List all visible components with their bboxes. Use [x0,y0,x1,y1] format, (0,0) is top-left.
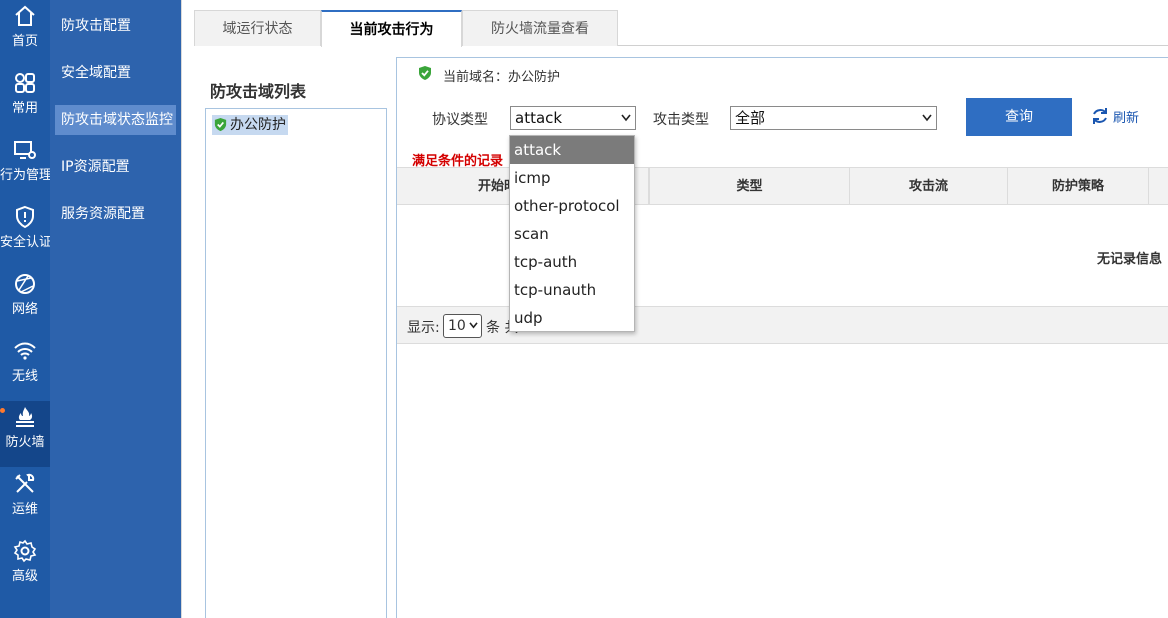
option-udp[interactable]: udp [510,304,634,332]
chevron-down-icon [621,114,631,122]
home-icon [15,5,35,26]
col-type: 类型 [649,168,850,205]
chevron-down-icon [469,322,478,329]
subnav-ip-resource[interactable]: IP资源配置 [55,152,176,182]
notification-dot [0,408,5,413]
option-attack[interactable]: attack [510,136,634,164]
rail-label: 网络 [11,302,38,317]
tab-domain-status[interactable]: 域运行状态 [194,10,321,46]
option-scan[interactable]: scan [510,220,634,248]
current-domain: 当前域名：办公防护 [417,66,560,85]
query-button[interactable]: 查询 [966,98,1072,136]
empty-message: 无记录信息 [1097,252,1163,267]
subnav-service-resource[interactable]: 服务资源配置 [55,199,176,229]
rail-item-network[interactable]: 网络 [0,268,50,334]
sub-navigation: 防攻击配置 安全域配置 防攻击域状态监控 IP资源配置 服务资源配置 [50,0,181,618]
col-policy: 防护策略 [1008,168,1149,205]
rail-label: 高级 [11,569,38,584]
grid-icon [15,73,35,93]
firewall-icon [16,407,34,427]
rail-item-ops[interactable]: 运维 [0,468,50,534]
monitor-gear-icon [14,141,36,159]
protocol-dropdown-list: attack icmp other-protocol scan tcp-auth… [509,135,635,332]
option-other-protocol[interactable]: other-protocol [510,192,634,220]
attack-type-select[interactable]: 全部 [730,106,937,130]
rail-label: 无线 [11,369,38,384]
tab-firewall-traffic[interactable]: 防火墙流量查看 [462,10,618,46]
shield-icon [16,205,34,229]
option-tcp-unauth[interactable]: tcp-unauth [510,276,634,304]
rail-label: 防火墙 [5,435,45,450]
domain-list: 办公防护 [205,108,387,618]
domain-name: 办公防护 [230,117,286,133]
rail-item-advanced[interactable]: 高级 [0,535,50,601]
subnav-domain-monitor[interactable]: 防攻击域状态监控 [55,105,176,135]
chevron-down-icon [922,114,932,122]
main-content: 域运行状态 当前攻击行为 防火墙流量查看 防攻击域列表 办公防护 当前域名：办公… [181,0,1168,618]
icon-rail: 首页 常用 行为管理 安全认证 网络 无线 防火墙 运维 高级 [0,0,53,618]
rail-item-common[interactable]: 常用 [0,67,50,133]
rail-label: 常用 [11,101,38,116]
subnav-attack-config[interactable]: 防攻击配置 [55,11,176,41]
rail-item-home[interactable]: 首页 [0,0,50,66]
current-domain-value: 办公防护 [508,70,561,85]
rail-item-firewall[interactable]: 防火墙 [0,401,50,467]
protocol-type-value: attack [515,109,563,127]
attack-type-value: 全部 [735,109,766,127]
protocol-type-label: 协议类型 [432,112,488,128]
option-icmp[interactable]: icmp [510,164,634,192]
col-attack-flow: 攻击流 [850,168,1008,205]
domain-list-title: 防攻击域列表 [210,82,307,101]
rail-item-behavior[interactable]: 行为管理 [0,134,53,200]
domain-tree-item[interactable]: 办公防护 [212,115,288,135]
page-size-value: 10 [448,318,466,334]
subnav-security-domain[interactable]: 安全域配置 [55,58,176,88]
wifi-icon [14,342,36,360]
tab-current-attacks[interactable]: 当前攻击行为 [321,10,462,47]
rail-item-wireless[interactable]: 无线 [0,335,50,401]
network-icon [15,274,35,294]
tab-bar: 域运行状态 当前攻击行为 防火墙流量查看 [194,10,1168,47]
rail-item-auth[interactable]: 安全认证 [0,201,53,267]
rail-label: 首页 [11,34,38,49]
rail-label: 安全认证 [0,235,53,250]
refresh-icon [1093,108,1107,124]
refresh-button[interactable]: 刷新 [1091,107,1139,126]
rail-label: 行为管理 [0,168,53,183]
check-shield-icon [214,117,227,132]
page-size-select[interactable]: 10 [443,314,482,338]
rail-label: 运维 [11,502,38,517]
option-tcp-auth[interactable]: tcp-auth [510,248,634,276]
protocol-type-select[interactable]: attack [510,106,636,130]
gear-icon [13,539,37,563]
check-shield-icon [419,66,431,80]
tools-icon [15,473,35,493]
attack-type-label: 攻击类型 [653,112,709,128]
page-size-label: 显示: [407,320,440,336]
